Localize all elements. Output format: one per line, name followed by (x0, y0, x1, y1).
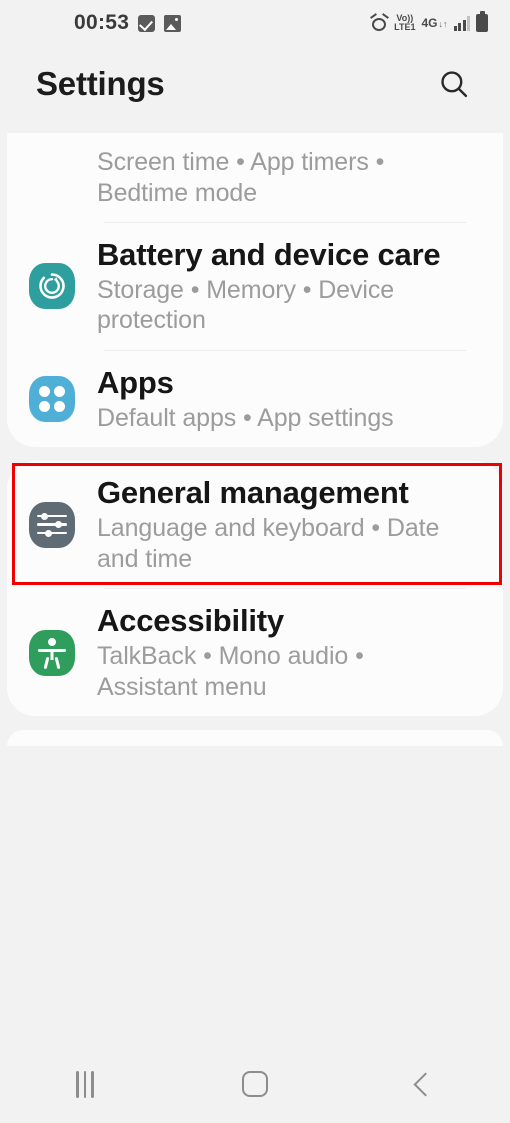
settings-item-subtitle: Default apps • App settings (97, 403, 394, 432)
battery-device-care-icon (29, 263, 75, 310)
settings-card-group-2: General management Language and keyboard… (7, 461, 503, 717)
settings-item-subtitle: Screen time • App timers • Bedtime mode (97, 148, 385, 207)
volte-bottom-label: LTE1 (394, 22, 416, 32)
settings-scroll-area[interactable]: Screen time • App timers • Bedtime mode (0, 122, 510, 1045)
back-icon (412, 1071, 438, 1097)
battery-icon (476, 11, 488, 32)
network-type-label: 4G (421, 16, 438, 30)
settings-card-group-3-partial (7, 730, 503, 747)
alarm-icon (370, 12, 390, 32)
settings-card-group-1: Screen time • App timers • Bedtime mode (7, 133, 503, 448)
settings-item-subtitle: Language and keyboard • Date and time (97, 514, 440, 573)
settings-item-accessibility[interactable]: Accessibility TalkBack • Mono audio • As… (7, 589, 503, 716)
home-icon (242, 1071, 268, 1097)
accessibility-icon (29, 629, 75, 676)
volte-icon: Vo)) LTE1 (394, 14, 415, 32)
settings-item-title: General management (97, 475, 409, 511)
settings-item-subtitle: Storage • Memory • Device protection (97, 275, 395, 335)
photo-icon (164, 14, 182, 32)
settings-item-general-management[interactable]: General management Language and keyboard… (7, 461, 503, 588)
search-icon (441, 71, 468, 98)
home-button[interactable] (207, 1053, 303, 1115)
settings-item-subtitle: TalkBack • Mono audio • Assistant menu (97, 642, 364, 701)
apps-icon (29, 376, 75, 423)
status-bar-right: Vo)) LTE1 4G ↓↑ (370, 11, 488, 32)
settings-item-apps[interactable]: Apps Default apps • App settings (7, 351, 503, 447)
app-bar: Settings (0, 46, 510, 122)
search-button[interactable] (428, 58, 480, 110)
data-arrows-icon: ↓↑ (438, 19, 448, 29)
network-icon: 4G ↓↑ (421, 17, 447, 29)
settings-item-battery-and-device-care[interactable]: Battery and device care Storage • Memory… (7, 223, 503, 350)
general-management-icon (29, 501, 75, 548)
settings-item-digital-wellbeing[interactable]: Screen time • App timers • Bedtime mode (7, 133, 503, 222)
page-title: Settings (36, 65, 165, 102)
signal-bars-icon (453, 15, 470, 31)
settings-item-title: Apps (97, 364, 174, 400)
status-bar-left: 00:53 (74, 11, 182, 35)
settings-item-title: Accessibility (97, 603, 284, 639)
back-button[interactable] (377, 1053, 473, 1115)
status-bar: 00:53 Vo)) LTE1 4G ↓↑ (0, 0, 510, 46)
recents-button[interactable] (37, 1053, 133, 1115)
navigation-bar (0, 1045, 510, 1123)
status-bar-clock: 00:53 (74, 11, 130, 34)
checkbox-icon (138, 14, 156, 32)
settings-item-title: Battery and device care (97, 237, 441, 272)
recents-icon (76, 1070, 94, 1098)
